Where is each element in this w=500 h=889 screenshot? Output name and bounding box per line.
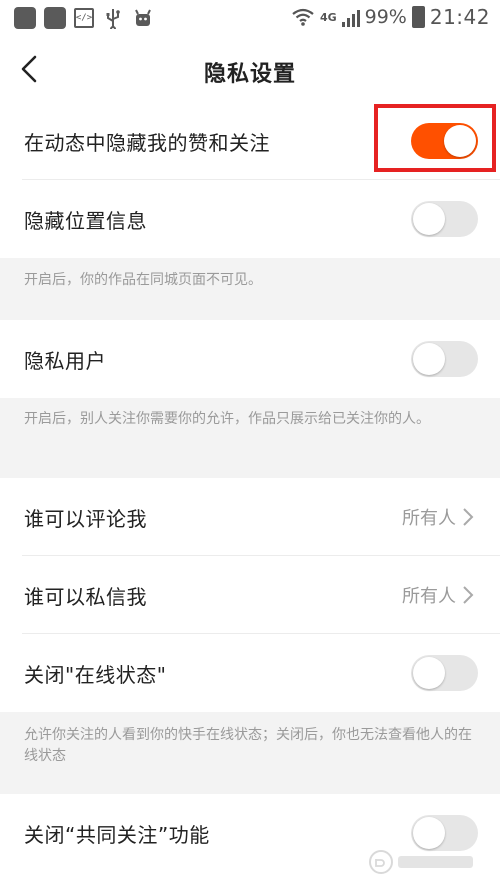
- mutual-follow-toggle[interactable]: [411, 815, 478, 851]
- setting-who-comment[interactable]: 谁可以评论我 所有人: [0, 478, 500, 556]
- notification-app-icon: [14, 7, 36, 29]
- setting-label: 隐私用户: [24, 348, 106, 373]
- system-icons: 4G 99% 21:42: [291, 5, 490, 29]
- code-icon: </>: [74, 8, 94, 28]
- setting-label: 关闭“共同关注”功能: [24, 822, 210, 847]
- hide-location-toggle[interactable]: [411, 201, 478, 237]
- signal-icon: [341, 7, 360, 27]
- toggle-knob: [413, 657, 445, 689]
- setting-hide-location[interactable]: 隐藏位置信息: [0, 180, 500, 258]
- toggle-knob: [444, 125, 476, 157]
- nav-bar: 隐私设置: [0, 36, 500, 102]
- online-status-toggle[interactable]: [411, 655, 478, 691]
- battery-icon: [411, 6, 425, 28]
- setting-label: 谁可以私信我: [24, 584, 147, 609]
- who-comment-value[interactable]: 所有人: [402, 504, 474, 530]
- private-user-note: 开启后，别人关注你需要你的允许，作品只展示给已关注你的人。: [0, 398, 500, 478]
- settings-list: 在动态中隐藏我的赞和关注 隐藏位置信息 开启后，你的作品在同城页面不可见。 隐私…: [0, 102, 500, 872]
- setting-hide-likes[interactable]: 在动态中隐藏我的赞和关注: [0, 102, 500, 180]
- toggle-knob: [413, 343, 445, 375]
- usb-icon: [106, 9, 120, 29]
- value-text: 所有人: [402, 508, 456, 529]
- toggle-knob: [413, 203, 445, 235]
- value-text: 所有人: [402, 586, 456, 607]
- setting-label: 关闭"在线状态": [24, 662, 167, 687]
- notification-app-icon: [44, 7, 66, 29]
- status-bar: </> 4G 99% 21:42: [0, 0, 500, 36]
- setting-label: 在动态中隐藏我的赞和关注: [24, 130, 270, 155]
- setting-private-user[interactable]: 隐私用户: [0, 320, 500, 398]
- setting-online-status[interactable]: 关闭"在线状态": [0, 634, 500, 712]
- setting-label: 隐藏位置信息: [24, 208, 147, 233]
- setting-label: 谁可以评论我: [24, 506, 147, 531]
- page-title: 隐私设置: [203, 62, 296, 87]
- online-status-note: 允许你关注的人看到你的快手在线状态；关闭后，你也无法查看他人的在线状态: [0, 712, 500, 794]
- private-user-toggle[interactable]: [411, 341, 478, 377]
- clock: 21:42: [429, 5, 490, 29]
- who-message-value[interactable]: 所有人: [402, 582, 474, 608]
- hide-likes-toggle[interactable]: [411, 123, 478, 159]
- battery-percent: 99%: [364, 6, 407, 28]
- chevron-right-icon: [463, 508, 474, 526]
- wifi-icon: [292, 8, 314, 26]
- android-debug-icon: [135, 9, 151, 26]
- chevron-right-icon: [463, 586, 474, 604]
- watermark-logo: [369, 850, 473, 874]
- network-type: 4G: [319, 10, 337, 24]
- setting-who-message[interactable]: 谁可以私信我 所有人: [0, 556, 500, 634]
- notification-icons: </>: [14, 7, 154, 29]
- toggle-knob: [413, 817, 445, 849]
- hide-location-note: 开启后，你的作品在同城页面不可见。: [0, 258, 500, 320]
